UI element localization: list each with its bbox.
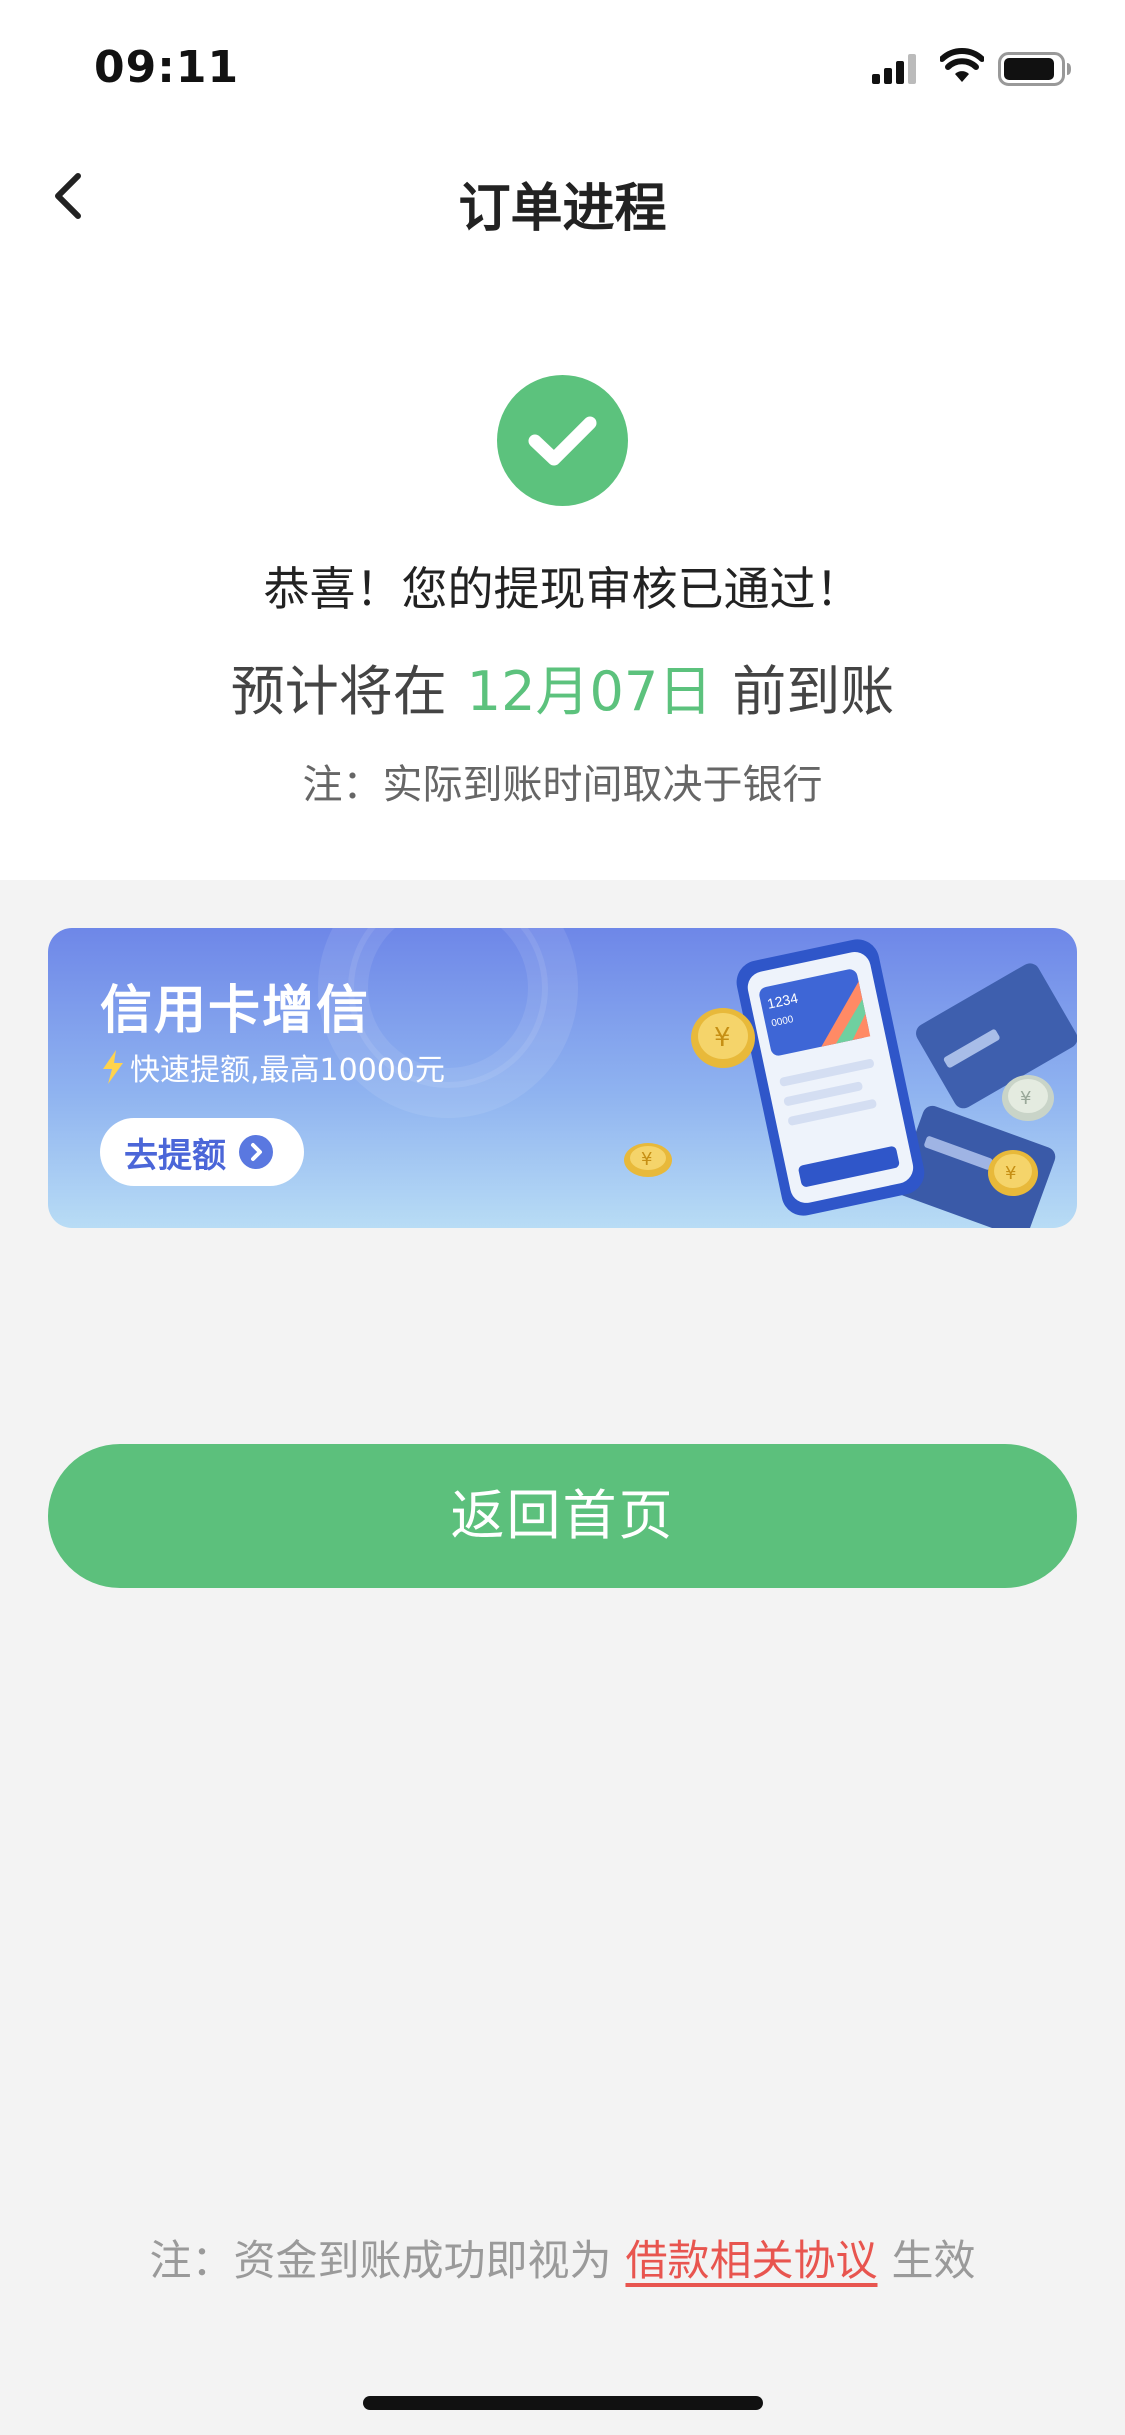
svg-text:¥: ¥ <box>714 1023 731 1053</box>
raise-limit-label: 去提额 <box>124 1135 226 1176</box>
check-circle-icon <box>497 375 628 506</box>
lightning-icon <box>103 1050 123 1084</box>
phone-cards-illustration: 1234 0000 ¥ ¥ ¥ ¥ <box>624 939 1077 1228</box>
footer-prefix: 注：资金到账成功即视为 <box>149 2236 612 2285</box>
arrival-prefix: 预计将在 <box>230 660 447 723</box>
svg-text:¥: ¥ <box>1020 1088 1031 1109</box>
status-time: 09:11 <box>94 42 240 93</box>
nav-bar: 订单进程 <box>0 140 1125 260</box>
success-title: 恭喜！您的提现审核已通过！ <box>263 562 862 616</box>
arrow-right-circle-icon <box>239 1135 273 1169</box>
coin-icon: ¥ <box>691 1008 755 1068</box>
footer-agreement-note: 注：资金到账成功即视为 借款相关协议 生效 <box>0 2227 1125 2288</box>
banner-subtitle-row: 快速提额,最高10000元 <box>100 1045 445 1089</box>
svg-text:¥: ¥ <box>1005 1163 1016 1184</box>
page-title: 订单进程 <box>458 179 667 239</box>
credit-card-promo-banner[interactable]: 信用卡增信 快速提额,最高10000元 去提额 1234 0000 ¥ ¥ ¥ … <box>48 928 1077 1228</box>
cellular-signal-icon <box>872 54 916 84</box>
arrival-estimate: 预计将在 12月07日 前到账 <box>0 647 1125 726</box>
raise-limit-button[interactable]: 去提额 <box>100 1118 304 1186</box>
loan-agreement-link[interactable]: 借款相关协议 <box>625 2236 877 2285</box>
bank-timing-note: 注：实际到账时间取决于银行 <box>302 762 823 808</box>
arrival-suffix: 前到账 <box>732 660 895 723</box>
svg-text:¥: ¥ <box>641 1149 652 1170</box>
home-indicator[interactable] <box>363 2396 763 2410</box>
battery-icon <box>998 52 1071 86</box>
result-section: 09:11 订单进程 恭喜！您的提现审核已通过！ 预计将在 12月07日 前到账… <box>0 0 1125 880</box>
order-progress-screen: 09:11 订单进程 恭喜！您的提现审核已通过！ 预计将在 12月07日 前到账… <box>0 0 1125 2435</box>
return-home-button[interactable]: 返回首页 <box>48 1444 1077 1588</box>
status-bar: 09:11 <box>0 0 1125 140</box>
banner-title: 信用卡增信 <box>100 981 371 1041</box>
footer-suffix: 生效 <box>891 2236 976 2285</box>
banner-subtitle: 快速提额,最高10000元 <box>130 1053 445 1088</box>
arrival-date: 12月07日 <box>466 660 713 723</box>
wifi-icon <box>940 48 984 82</box>
